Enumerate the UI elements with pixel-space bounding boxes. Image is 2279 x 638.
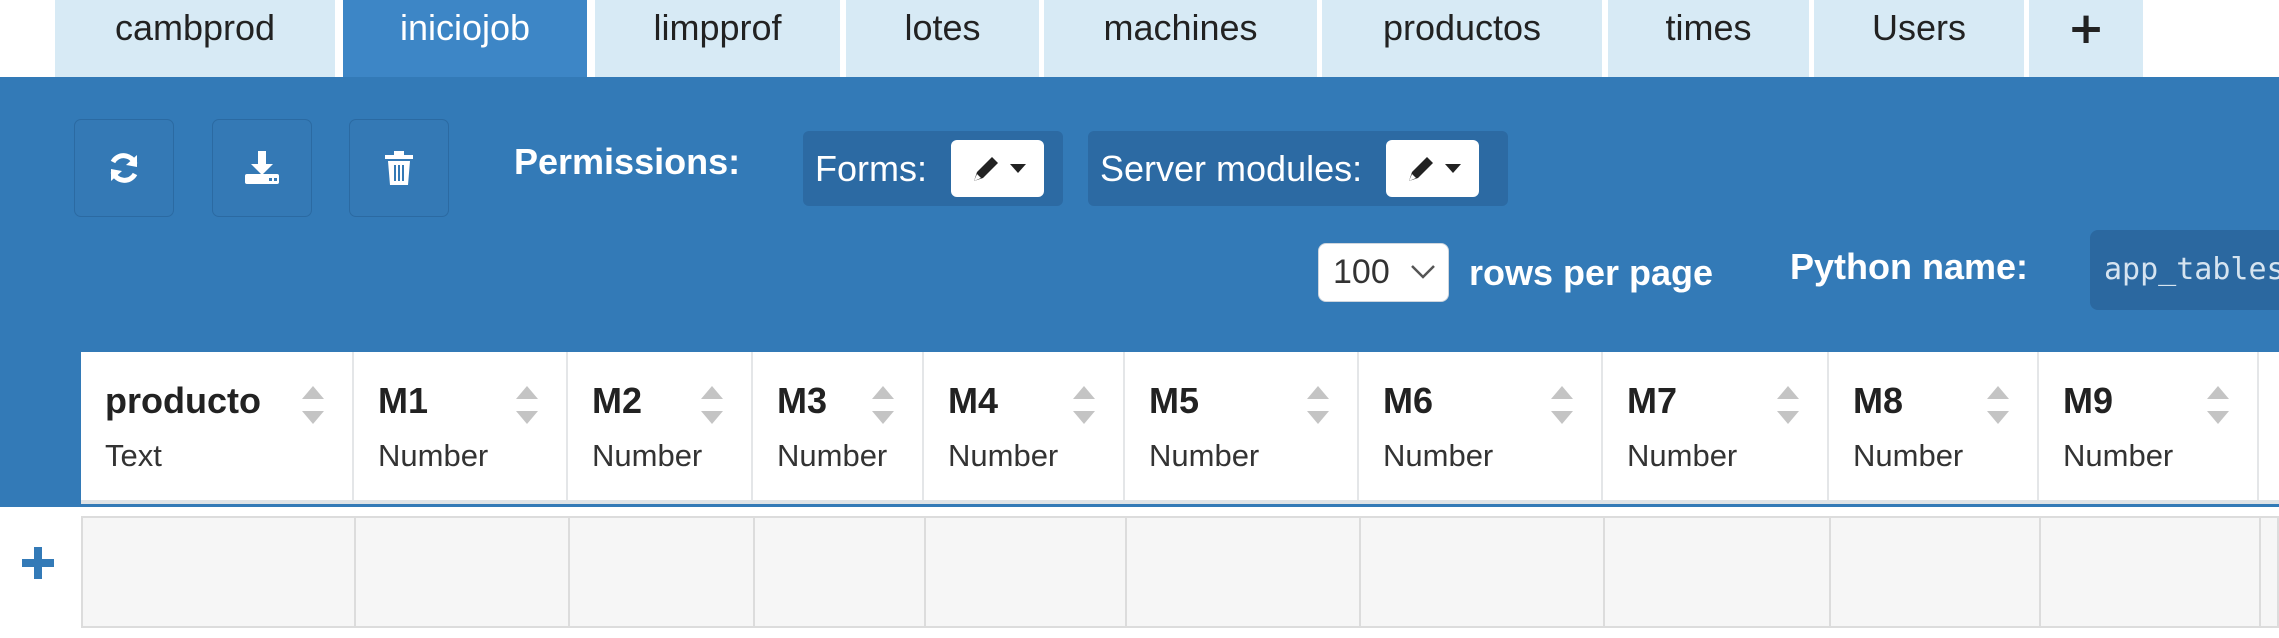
permissions-label: Permissions: bbox=[514, 141, 741, 182]
table-tabs: cambprod iniciojob limpprof lotes machin… bbox=[0, 0, 2279, 77]
column-type: Number bbox=[1627, 438, 1738, 473]
column-header-producto[interactable]: producto Text bbox=[81, 352, 354, 500]
cell-divider bbox=[2039, 518, 2041, 626]
sort-icon[interactable] bbox=[1549, 384, 1575, 426]
new-row[interactable] bbox=[81, 516, 2279, 628]
pencil-icon bbox=[1408, 156, 1433, 181]
cell-divider bbox=[2259, 518, 2261, 626]
tab-users[interactable]: Users bbox=[1814, 0, 2024, 77]
refresh-button[interactable] bbox=[74, 119, 174, 217]
delete-table-button[interactable] bbox=[349, 119, 449, 217]
cell-divider bbox=[354, 518, 356, 626]
server-modules-permission-label: Server modules: bbox=[1100, 147, 1363, 189]
table-editor: cambprod iniciojob limpprof lotes machin… bbox=[0, 0, 2279, 638]
table-header: producto Text M1 Number M2 Number M3 Num… bbox=[81, 352, 2279, 504]
tab-productos[interactable]: productos bbox=[1322, 0, 1602, 77]
tab-iniciojob[interactable]: iniciojob bbox=[343, 0, 587, 77]
sort-icon[interactable] bbox=[300, 384, 326, 426]
chevron-down-icon bbox=[1411, 265, 1435, 279]
column-header-m1[interactable]: M1 Number bbox=[354, 352, 568, 500]
column-header-m6[interactable]: M6 Number bbox=[1359, 352, 1603, 500]
column-name: M7 bbox=[1627, 380, 1678, 421]
column-type: Number bbox=[1383, 438, 1494, 473]
sort-icon[interactable] bbox=[1775, 384, 1801, 426]
server-modules-permission-dropdown[interactable] bbox=[1386, 140, 1480, 197]
download-button[interactable] bbox=[212, 119, 312, 217]
add-table-button[interactable]: + bbox=[2029, 0, 2143, 77]
server-modules-permission-group: Server modules: bbox=[1088, 131, 1508, 206]
sort-icon[interactable] bbox=[2205, 384, 2231, 426]
sort-icon[interactable] bbox=[870, 384, 896, 426]
caret-down-icon bbox=[1009, 163, 1026, 173]
sort-icon[interactable] bbox=[699, 384, 725, 426]
column-name: M6 bbox=[1383, 380, 1434, 421]
column-header-m4[interactable]: M4 Number bbox=[924, 352, 1125, 500]
add-row-button[interactable] bbox=[20, 545, 56, 581]
column-name: M5 bbox=[1149, 380, 1200, 421]
download-icon bbox=[245, 151, 279, 184]
tab-limpprof[interactable]: limpprof bbox=[595, 0, 840, 77]
column-header-m8[interactable]: M8 Number bbox=[1829, 352, 2039, 500]
cell-divider bbox=[568, 518, 570, 626]
column-name: M1 bbox=[378, 380, 429, 421]
column-name: M8 bbox=[1853, 380, 1904, 421]
tab-machines[interactable]: machines bbox=[1044, 0, 1317, 77]
pencil-icon bbox=[973, 156, 998, 181]
column-type: Number bbox=[948, 438, 1059, 473]
cell-divider bbox=[1359, 518, 1361, 626]
column-header-m7[interactable]: M7 Number bbox=[1603, 352, 1829, 500]
forms-permission-dropdown[interactable] bbox=[951, 140, 1044, 197]
cell-divider bbox=[1125, 518, 1127, 626]
column-name: M3 bbox=[777, 380, 828, 421]
rows-per-page-label: rows per page bbox=[1469, 252, 1714, 293]
column-type: Number bbox=[2063, 438, 2174, 473]
sort-icon[interactable] bbox=[1985, 384, 2011, 426]
cell-divider bbox=[1829, 518, 1831, 626]
trash-icon bbox=[385, 151, 413, 185]
column-header-m5[interactable]: M5 Number bbox=[1125, 352, 1359, 500]
cell-divider bbox=[1603, 518, 1605, 626]
rows-per-page-select[interactable]: 100 bbox=[1318, 243, 1449, 302]
forms-permission-group: Forms: bbox=[803, 131, 1063, 206]
column-name: M2 bbox=[592, 380, 643, 421]
python-name-label: Python name: bbox=[1790, 246, 2029, 287]
tab-times[interactable]: times bbox=[1608, 0, 1809, 77]
rows-per-page-value: 100 bbox=[1333, 253, 1390, 291]
cell-divider bbox=[753, 518, 755, 626]
column-type: Number bbox=[1149, 438, 1260, 473]
column-header-m3[interactable]: M3 Number bbox=[753, 352, 924, 500]
column-header-m9[interactable]: M9 Number bbox=[2039, 352, 2259, 500]
caret-down-icon bbox=[1444, 163, 1461, 173]
column-name: M9 bbox=[2063, 380, 2114, 421]
column-type: Number bbox=[777, 438, 888, 473]
tab-lotes[interactable]: lotes bbox=[846, 0, 1039, 77]
column-type: Number bbox=[378, 438, 489, 473]
forms-permission-label: Forms: bbox=[815, 147, 927, 189]
column-type: Number bbox=[592, 438, 703, 473]
column-type: Number bbox=[1853, 438, 1964, 473]
cell-divider bbox=[924, 518, 926, 626]
sort-icon[interactable] bbox=[1071, 384, 1097, 426]
python-name-field[interactable]: app_tables.iniciojob bbox=[2090, 230, 2279, 310]
refresh-icon bbox=[110, 153, 138, 183]
tab-cambprod[interactable]: cambprod bbox=[55, 0, 335, 77]
column-type: Text bbox=[105, 438, 162, 473]
column-name: producto bbox=[105, 380, 261, 421]
column-name: M4 bbox=[948, 380, 999, 421]
sort-icon[interactable] bbox=[514, 384, 540, 426]
sort-icon[interactable] bbox=[1305, 384, 1331, 426]
column-header-m2[interactable]: M2 Number bbox=[568, 352, 753, 500]
